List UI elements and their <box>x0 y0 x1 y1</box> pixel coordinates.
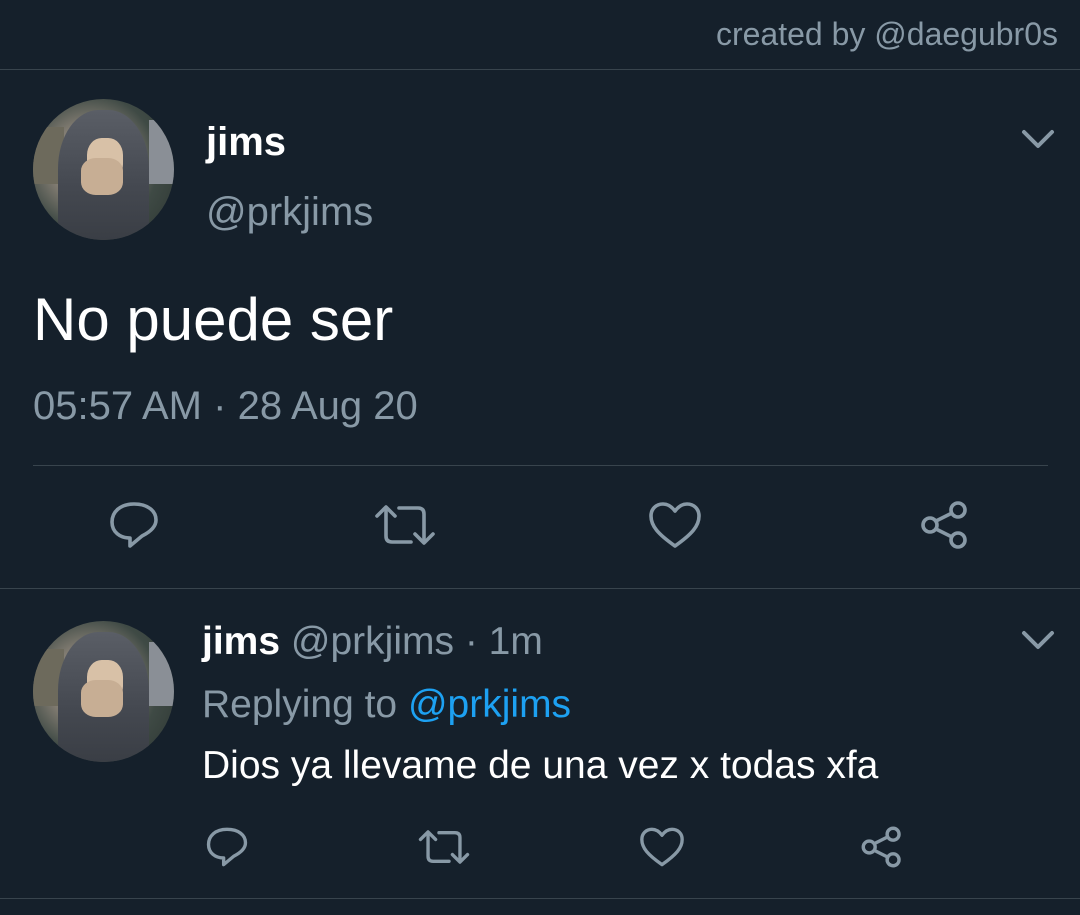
share-icon <box>921 501 967 549</box>
share-button[interactable] <box>915 495 975 555</box>
user-handle[interactable]: @prkjims <box>291 620 454 663</box>
reply-header: jims @prkjims · 1m <box>202 620 543 664</box>
reply-button[interactable] <box>100 495 168 555</box>
tweet-timestamp: 05:57 AM · 28 Aug 20 <box>33 384 418 429</box>
tweet-divider <box>33 465 1048 466</box>
meta-separator: · <box>464 620 478 663</box>
display-name[interactable]: jims <box>206 120 286 165</box>
like-button[interactable] <box>645 495 705 555</box>
reply-icon <box>206 827 248 867</box>
top-divider <box>0 69 1080 70</box>
bottom-divider <box>0 898 1080 899</box>
credit-label: created by @daegubr0s <box>715 16 1058 52</box>
like-icon <box>640 827 684 867</box>
section-divider <box>0 588 1080 589</box>
user-handle[interactable]: @prkjims <box>206 190 373 235</box>
reply-icon <box>110 502 158 548</box>
tweet-text: No puede ser <box>33 286 394 353</box>
tweet-text: Dios ya llevame de una vez x todas xfa <box>202 744 879 787</box>
display-name[interactable]: jims <box>202 620 280 663</box>
replying-to: Replying to @prkjims <box>202 683 571 727</box>
share-icon <box>861 826 901 868</box>
avatar[interactable] <box>33 99 174 240</box>
retweet-button[interactable] <box>415 822 473 872</box>
like-icon <box>649 502 701 548</box>
tweet-date: 28 Aug 20 <box>237 384 418 428</box>
avatar[interactable] <box>33 621 174 762</box>
retweet-button[interactable] <box>370 495 440 555</box>
meta-separator: · <box>213 384 227 428</box>
replying-to-label: Replying to <box>202 683 398 726</box>
retweet-icon <box>418 830 470 864</box>
replying-to-mention[interactable]: @prkjims <box>408 683 571 726</box>
chevron-down-icon[interactable] <box>1018 124 1058 154</box>
reply-button[interactable] <box>200 822 254 872</box>
like-button[interactable] <box>636 822 688 872</box>
chevron-down-icon[interactable] <box>1018 625 1058 655</box>
retweet-icon <box>375 505 435 545</box>
tweet-age: 1m <box>488 620 543 663</box>
tweet-time: 05:57 AM <box>33 384 203 428</box>
share-button[interactable] <box>856 822 908 872</box>
